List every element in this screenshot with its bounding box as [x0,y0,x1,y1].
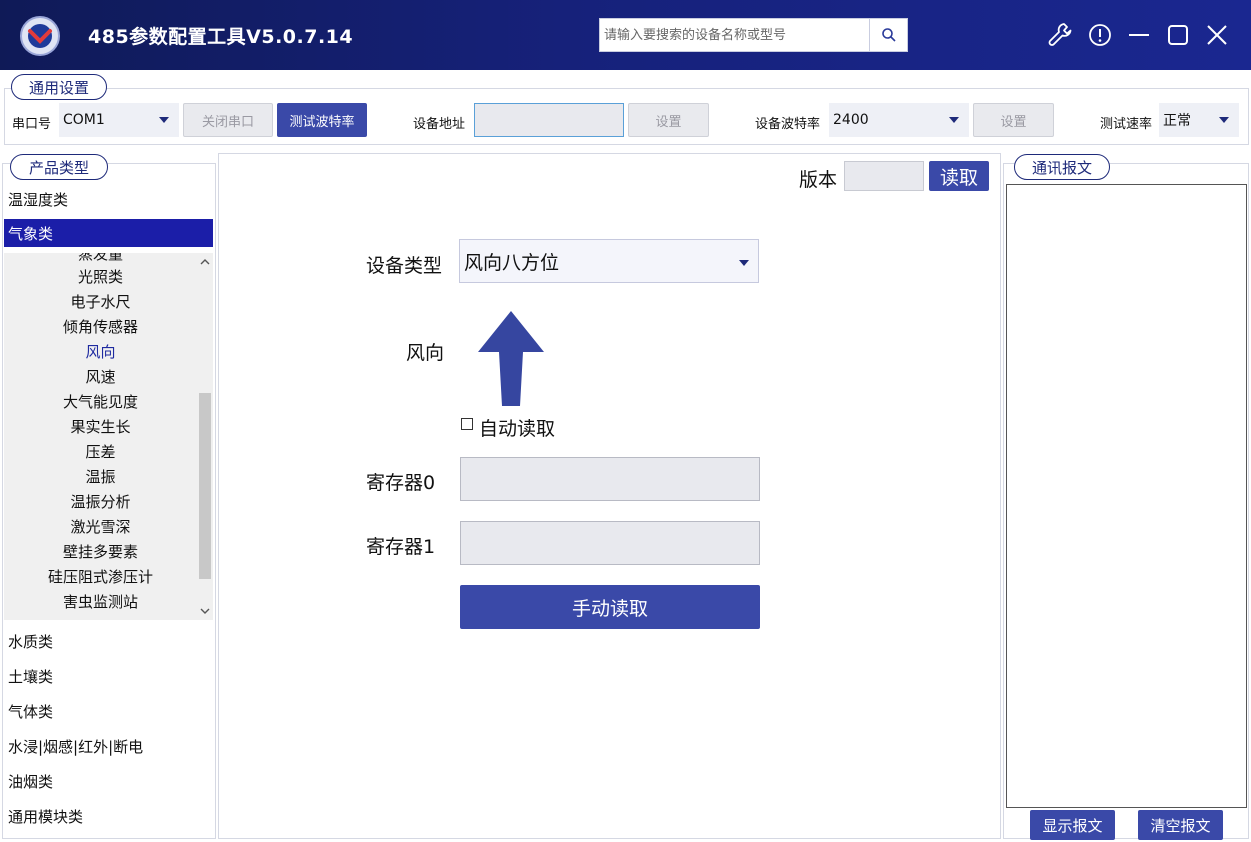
search-button[interactable] [869,19,907,51]
device-baud-value: 2400 [833,112,869,128]
search-input[interactable] [600,19,870,51]
scroll-up-icon[interactable] [200,258,210,266]
app-logo-icon [20,16,60,56]
device-address-label: 设备地址 [413,117,466,132]
comm-log-label: 通讯报文 [1014,154,1110,180]
scroll-thumb[interactable] [199,393,211,579]
register1-field[interactable] [460,521,760,565]
device-type-value: 风向八方位 [464,251,560,274]
sub-item-water-ruler[interactable]: 电子水尺 [4,290,197,315]
set-baud-button[interactable]: 设置 [973,103,1054,137]
search-icon [881,28,896,42]
wind-direction-arrow-icon [478,311,544,406]
sub-item-wind-speed[interactable]: 风速 [4,365,197,390]
close-icon[interactable] [1202,20,1232,50]
category-oil-smoke[interactable]: 油烟类 [4,767,213,795]
sub-item-pest-station[interactable]: 害虫监测站 [4,590,197,615]
title-bar: 485参数配置工具V5.0.7.14 [0,0,1251,70]
device-address-input[interactable] [474,103,624,137]
auto-read-label: 自动读取 [479,418,556,440]
test-speed-value: 正常 [1163,113,1191,129]
register1-label: 寄存器1 [366,536,436,558]
set-address-button[interactable]: 设置 [628,103,709,137]
wrench-icon[interactable] [1045,20,1075,50]
test-baud-button[interactable]: 测试波特率 [277,103,367,137]
product-type-label: 产品类型 [10,154,108,180]
sub-item-fruit-growth[interactable]: 果实生长 [4,415,197,440]
category-soil[interactable]: 土壤类 [4,662,213,690]
category-temp-humidity[interactable]: 温湿度类 [4,185,213,213]
info-icon[interactable] [1085,20,1115,50]
clear-log-button[interactable]: 清空报文 [1138,810,1223,840]
app-title: 485参数配置工具V5.0.7.14 [88,26,354,48]
wind-direction-label: 风向 [406,342,445,364]
manual-read-button[interactable]: 手动读取 [460,585,760,629]
sub-item-tilt-sensor[interactable]: 倾角传感器 [4,315,197,340]
scroll-down-icon[interactable] [200,607,210,615]
category-weather[interactable]: 气象类 [4,219,213,247]
device-baud-label: 设备波特率 [755,117,821,132]
general-settings-label: 通用设置 [11,74,107,100]
chevron-down-icon [159,117,169,123]
chevron-down-icon [949,117,959,123]
category-water-quality[interactable]: 水质类 [4,627,213,655]
device-type-select[interactable]: 风向八方位 [459,239,759,283]
auto-read-checkbox[interactable] [461,418,473,430]
register0-label: 寄存器0 [366,472,436,494]
sidebar-scrollbar[interactable] [197,253,213,620]
test-speed-select[interactable]: 正常 [1159,103,1239,137]
version-label: 版本 [799,169,838,191]
sub-item-laser-snow-depth[interactable]: 激光雪深 [4,515,197,540]
port-select-value: COM1 [63,112,105,128]
weather-subcategory-list: 蒸发量 光照类 电子水尺 倾角传感器 风向 风速 大气能见度 果实生长 压差 温… [4,253,213,620]
category-gas[interactable]: 气体类 [4,697,213,725]
close-port-button[interactable]: 关闭串口 [183,103,273,137]
test-speed-label: 测试速率 [1100,117,1153,132]
maximize-icon[interactable] [1163,20,1193,50]
device-type-label: 设备类型 [366,255,443,277]
chevron-down-icon [739,260,749,266]
sub-item-wind-direction[interactable]: 风向 [4,340,197,365]
sub-item-temp-vibration[interactable]: 温振 [4,465,197,490]
port-select[interactable]: COM1 [59,103,179,137]
sub-item-wall-multi-element[interactable]: 壁挂多要素 [4,540,197,565]
chevron-down-icon [1219,117,1229,123]
search-box [599,18,908,52]
port-label: 串口号 [12,117,52,132]
show-log-button[interactable]: 显示报文 [1030,810,1115,840]
sub-item-vibration-analysis[interactable]: 温振分析 [4,490,197,515]
category-general-module[interactable]: 通用模块类 [4,802,213,830]
comm-log-textarea[interactable] [1006,184,1247,808]
register0-field[interactable] [460,457,760,501]
read-version-button[interactable]: 读取 [929,161,989,191]
sub-item-illumination[interactable]: 光照类 [4,265,197,290]
version-field [844,161,924,191]
device-baud-select[interactable]: 2400 [829,103,969,137]
sub-item-piezometer[interactable]: 硅压阻式渗压计 [4,565,197,590]
category-flood-smoke-ir[interactable]: 水浸|烟感|红外|断电 [4,732,213,760]
sub-item-visibility[interactable]: 大气能见度 [4,390,197,415]
sub-item-pressure-diff[interactable]: 压差 [4,440,197,465]
minimize-icon[interactable] [1124,20,1154,50]
